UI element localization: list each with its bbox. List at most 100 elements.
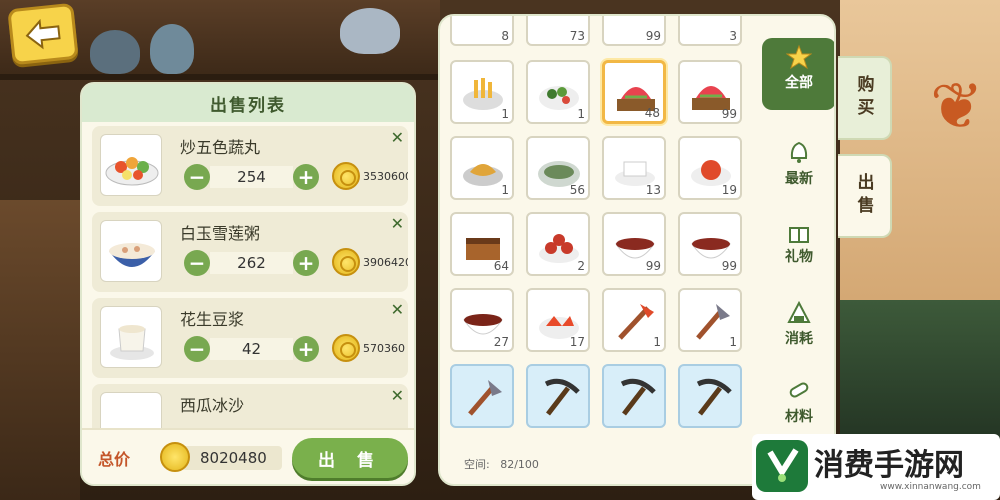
inventory-cell[interactable] <box>602 364 666 428</box>
quantity-value[interactable]: 254 <box>210 166 293 188</box>
inventory-cell[interactable]: 17 <box>526 288 590 352</box>
inventory-cell[interactable]: 1 <box>602 288 666 352</box>
inventory-cell[interactable]: 99 <box>678 212 742 276</box>
wood-icon <box>789 382 809 398</box>
increase-quantity-button[interactable]: + <box>293 250 319 276</box>
category-label: 全部 <box>785 75 813 91</box>
site-watermark: 消费手游网 www.xinnanwang.com <box>752 434 1000 500</box>
increase-quantity-button[interactable]: + <box>293 164 319 190</box>
sell-list-item[interactable]: 白玉雪莲粥 ✕ − 262 + 3906420 <box>92 212 408 292</box>
item-name: 白玉雪莲粥 <box>180 224 261 243</box>
pastry-plate-icon <box>539 234 579 263</box>
inventory-cell[interactable]: 1 <box>526 60 590 124</box>
remove-item-button[interactable]: ✕ <box>391 128 404 147</box>
item-count: 56 <box>569 183 585 197</box>
dish-thumbnail <box>100 306 162 368</box>
capacity-value: 82/100 <box>500 458 539 471</box>
category-tab[interactable]: 礼物 <box>762 212 834 284</box>
quantity-value[interactable]: 262 <box>210 252 293 274</box>
inventory-cell[interactable]: 1 <box>450 136 514 200</box>
inventory-cell[interactable]: 3 <box>678 16 742 46</box>
item-price: 3530600 <box>363 170 408 183</box>
coin-icon <box>332 248 360 276</box>
item-name: 炒五色蔬丸 <box>180 138 261 157</box>
inventory-cell[interactable]: 56 <box>526 136 590 200</box>
dish-thumbnail <box>100 220 162 282</box>
category-tabs: 全部 最新 礼物 消耗 材料 <box>762 38 834 478</box>
remove-item-button[interactable]: ✕ <box>391 300 404 319</box>
axe-icon <box>696 304 730 340</box>
vegetable-balls-icon <box>105 157 159 186</box>
capacity-readout: 空间: 82/100 <box>464 456 539 472</box>
inventory-grid[interactable]: 8 73 99 3 1 1 48 99 1 56 13 19 64 2 99 99 27 17 1 1 <box>450 16 750 436</box>
inventory-cell[interactable] <box>450 364 514 428</box>
axe-icon <box>468 380 502 416</box>
inventory-cell[interactable]: 8 <box>450 16 514 46</box>
item-count: 99 <box>645 259 661 273</box>
item-count: 19 <box>721 183 737 197</box>
item-count: 48 <box>644 106 660 120</box>
category-label: 最新 <box>785 171 813 187</box>
back-button[interactable] <box>7 2 79 66</box>
watermark-text: 消费手游网 <box>814 448 964 483</box>
tab-buy[interactable]: 购买 <box>838 56 892 140</box>
remove-item-button[interactable]: ✕ <box>391 386 404 405</box>
quantity-value[interactable]: 42 <box>210 338 293 360</box>
sell-button[interactable]: 出 售 <box>292 438 408 478</box>
inventory-cell[interactable]: 48 <box>602 60 666 124</box>
inventory-cell[interactable] <box>526 364 590 428</box>
coin-icon <box>332 162 360 190</box>
category-tab[interactable]: 最新 <box>762 134 834 206</box>
item-count: 3 <box>729 29 737 43</box>
pickaxe-icon <box>620 378 656 416</box>
sell-list-item[interactable]: 花生豆浆 ✕ − 42 + 570360 <box>92 298 408 378</box>
gift-icon <box>789 227 809 243</box>
item-price: 570360 <box>363 342 405 355</box>
sell-list-title: 出售列表 <box>82 84 414 122</box>
remove-item-button[interactable]: ✕ <box>391 214 404 233</box>
category-tab[interactable]: 全部 <box>762 38 834 110</box>
total-price-value: 8020480 <box>200 449 267 467</box>
pickaxe-icon <box>696 378 732 416</box>
inventory-cell[interactable]: 13 <box>602 136 666 200</box>
fries-plate-icon <box>463 78 503 110</box>
category-label: 礼物 <box>785 249 813 265</box>
total-price-label: 总价 <box>98 450 131 469</box>
inventory-cell[interactable] <box>678 364 742 428</box>
item-count: 13 <box>645 183 661 197</box>
inventory-cell[interactable]: 1 <box>678 288 742 352</box>
sell-list-panel: 出售列表 炒五色蔬丸 ✕ − 254 + 3530600 白玉雪莲粥 ✕ − 2… <box>80 82 416 486</box>
inventory-cell[interactable]: 99 <box>602 16 666 46</box>
item-count: 1 <box>501 107 509 121</box>
category-tab[interactable]: 消耗 <box>762 294 834 366</box>
inventory-cell[interactable]: 99 <box>678 60 742 124</box>
item-count: 8 <box>501 29 509 43</box>
lotus-porridge-icon <box>109 243 155 267</box>
watermark-url: www.xinnanwang.com <box>880 482 981 492</box>
increase-quantity-button[interactable]: + <box>293 336 319 362</box>
inventory-cell[interactable]: 27 <box>450 288 514 352</box>
inventory-cell[interactable]: 99 <box>602 212 666 276</box>
decrease-quantity-button[interactable]: − <box>184 336 210 362</box>
fried-dish-icon <box>463 164 503 186</box>
item-price: 3906420 <box>363 256 408 269</box>
inventory-panel: 8 73 99 3 1 1 48 99 1 56 13 19 64 2 99 99 27 17 1 1 空间: 82/… <box>438 14 836 486</box>
item-name: 西瓜冰沙 <box>180 396 245 415</box>
inventory-cell[interactable]: 19 <box>678 136 742 200</box>
item-name: 花生豆浆 <box>180 310 245 329</box>
inventory-cell[interactable]: 2 <box>526 212 590 276</box>
star-icon <box>786 44 812 70</box>
capacity-label: 空间: <box>464 458 490 471</box>
inventory-cell[interactable]: 64 <box>450 212 514 276</box>
sell-list[interactable]: 炒五色蔬丸 ✕ − 254 + 3530600 白玉雪莲粥 ✕ − 262 + <box>92 124 408 450</box>
inventory-cell[interactable]: 73 <box>526 16 590 46</box>
inventory-cell[interactable]: 1 <box>450 60 514 124</box>
tab-sell[interactable]: 出售 <box>838 154 892 238</box>
coin-icon <box>332 334 360 362</box>
decrease-quantity-button[interactable]: − <box>184 164 210 190</box>
decrease-quantity-button[interactable]: − <box>184 250 210 276</box>
item-count: 1 <box>501 183 509 197</box>
category-label: 消耗 <box>785 331 813 347</box>
item-count: 64 <box>493 259 509 273</box>
sell-list-item[interactable]: 炒五色蔬丸 ✕ − 254 + 3530600 <box>92 126 408 206</box>
